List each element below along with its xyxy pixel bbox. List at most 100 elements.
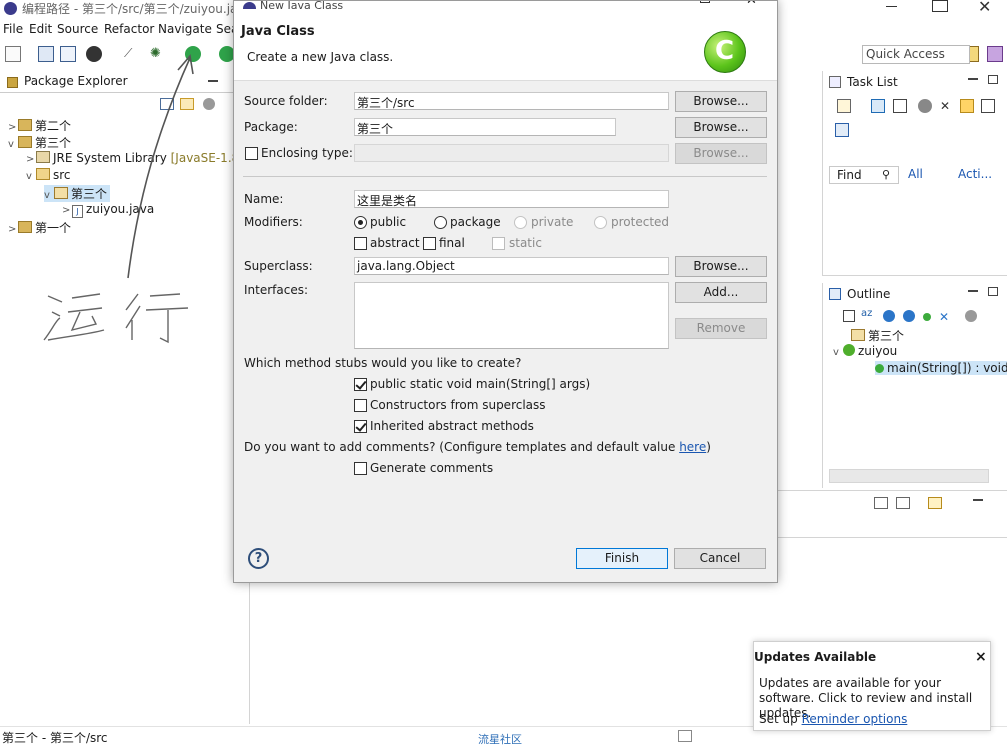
modifier-private-radio[interactable] [514,216,527,229]
view-maximize-icon[interactable] [988,75,998,84]
task-activate[interactable]: Acti... [958,167,992,181]
help-icon[interactable]: ? [248,548,269,569]
package-label: Package: [244,120,298,134]
new-java-class-dialog: New Java Class ✕ Java Class Create a new… [233,0,778,583]
dialog-titlebar: New Java Class ✕ [234,1,777,15]
open-console-icon[interactable] [928,497,942,509]
hide-fields-icon[interactable] [883,310,895,322]
constructors-label: Constructors from superclass [370,398,546,412]
task-filter-all[interactable]: All [908,167,923,181]
java-perspective-icon[interactable] [987,46,1003,62]
task-list-view: Task List ✕ Find ⚲ All Acti... [822,71,1007,276]
package-browse-button[interactable]: Browse... [675,117,767,138]
comments-question: Do you want to add comments? (Configure … [244,440,711,454]
modifier-private-label: private [531,215,574,229]
inherited-methods-label: Inherited abstract methods [370,419,534,433]
modifier-protected-radio[interactable] [594,216,607,229]
add-interface-button[interactable]: Add... [675,282,767,303]
cancel-button[interactable]: Cancel [674,548,766,569]
handwritten-annotation [43,54,194,344]
updates-notification[interactable]: Updates Available × Updates are availabl… [753,641,991,731]
sync-icon[interactable] [960,99,974,113]
hide-local-types-icon[interactable]: ✕ [939,310,951,324]
modifiers-label: Modifiers: [244,215,303,229]
status-selection: 第三个 - 第三个/src [2,731,108,745]
maximize-button[interactable] [932,0,948,12]
superclass-field[interactable]: java.lang.Object [354,257,669,275]
dialog-heading: Java Class [241,24,315,39]
filter-icon[interactable] [918,99,932,113]
view-minimize-icon[interactable] [973,499,983,501]
outline-tab[interactable]: Outline [847,287,890,301]
outline-scrollbar[interactable] [829,469,989,483]
reminder-options-link[interactable]: Reminder options [802,712,908,726]
view-minimize-icon[interactable] [968,290,978,292]
schedule-icon[interactable] [893,99,907,113]
java-class-icon: C [704,31,746,73]
hide-static-icon[interactable] [903,310,915,322]
static-checkbox[interactable] [492,237,505,250]
final-checkbox[interactable] [423,237,436,250]
configure-templates-link[interactable]: here [679,440,706,454]
status-icon[interactable] [678,730,692,742]
outline-item-package[interactable]: 第三个 [851,327,904,344]
source-folder-label: Source folder: [244,94,328,108]
package-field[interactable]: 第三个 [354,118,616,136]
menu-edit[interactable]: Edit [29,22,52,36]
finish-button[interactable]: Finish [576,548,668,569]
console-icon[interactable] [874,497,888,509]
enclosing-type-browse-button[interactable]: Browse... [675,143,767,164]
inherited-methods-checkbox[interactable] [354,420,367,433]
source-folder-browse-button[interactable]: Browse... [675,91,767,112]
hide-nonpublic-icon[interactable] [923,313,931,321]
view-maximize-icon[interactable] [988,287,998,296]
categorize-icon[interactable] [871,99,885,113]
dialog-subheading: Create a new Java class. [247,50,394,64]
view-menu-icon[interactable] [965,310,977,322]
menu-file[interactable]: File [3,22,23,36]
outline-item-class[interactable]: v zuiyou [833,344,897,358]
stubs-question: Which method stubs would you like to cre… [244,356,522,370]
task-find-input[interactable]: Find ⚲ [829,166,899,184]
modifier-public-radio[interactable] [354,216,367,229]
public-method-icon [875,364,884,373]
menu-source[interactable]: Source [57,22,98,36]
dialog-maximize-button[interactable] [700,1,710,3]
enclosing-type-checkbox[interactable] [245,147,258,160]
class-name-field[interactable]: 这里是类名 [354,190,669,208]
generate-comments-checkbox[interactable] [354,462,367,475]
abstract-label: abstract [370,236,420,250]
hide-completed-icon[interactable]: ✕ [940,99,954,113]
outline-icon [829,288,841,300]
remove-interface-button[interactable]: Remove [675,318,767,339]
main-method-checkbox[interactable] [354,378,367,391]
view-minimize-icon[interactable] [968,78,978,80]
quick-access-input[interactable]: Quick Access [862,45,970,64]
task-list-tab[interactable]: Task List [847,75,898,89]
constructors-checkbox[interactable] [354,399,367,412]
minimize-button[interactable] [882,0,902,14]
name-label: Name: [244,192,284,206]
outline-item-method[interactable]: main(String[]) : void [875,361,1007,375]
eclipse-icon [4,2,17,15]
menu-refactor[interactable]: Refactor [104,22,154,36]
notification-close-button[interactable]: × [975,649,987,665]
source-folder-field[interactable]: 第三个/src [354,92,669,110]
separator [243,176,767,177]
search-icon: ⚲ [882,168,891,181]
collapse-icon[interactable] [981,99,995,113]
collapse-all-icon[interactable] [843,310,855,322]
menu-navigate[interactable]: Navigate [158,22,212,36]
new-task-icon[interactable] [837,99,851,113]
sort-icon[interactable]: az [861,308,872,319]
display-console-icon[interactable] [896,497,910,509]
task-repo-icon[interactable] [835,123,849,137]
superclass-browse-button[interactable]: Browse... [675,256,767,277]
dialog-close-button[interactable]: ✕ [746,1,757,8]
close-window-button[interactable]: ✕ [978,0,991,16]
abstract-checkbox[interactable] [354,237,367,250]
enclosing-type-field[interactable] [354,144,669,162]
modifier-public-label: public [370,215,407,229]
interfaces-list[interactable] [354,282,669,349]
modifier-package-radio[interactable] [434,216,447,229]
